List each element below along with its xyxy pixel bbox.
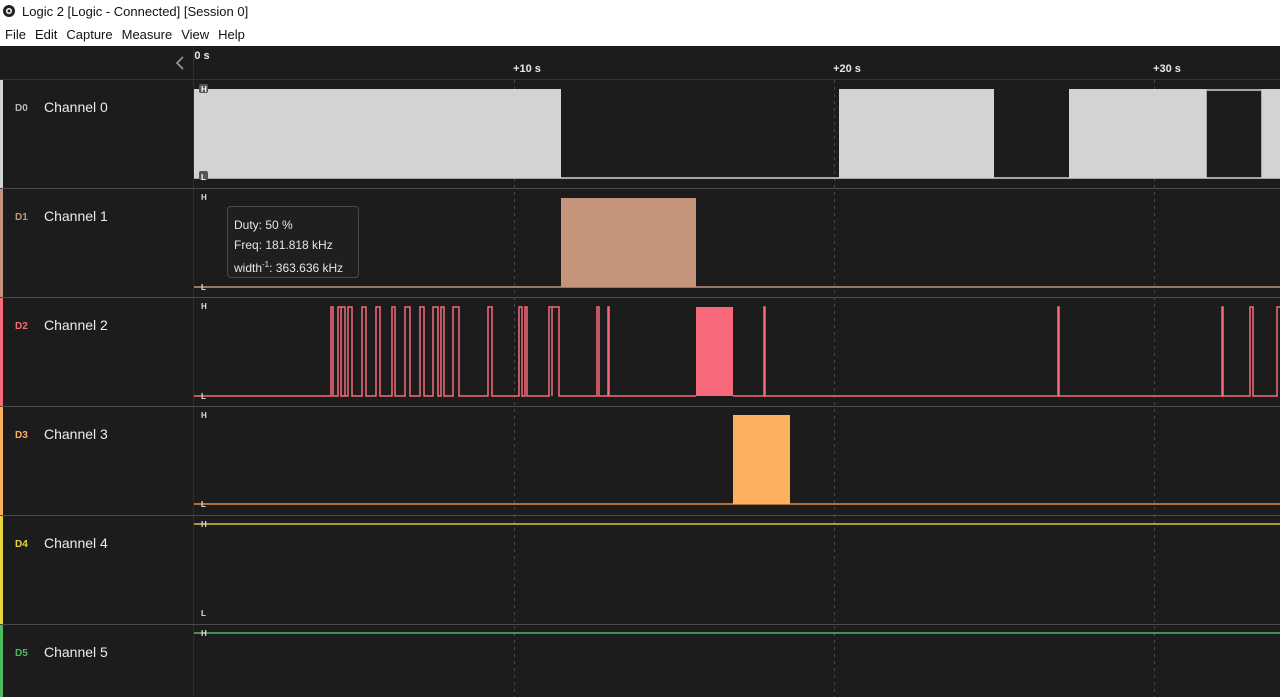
tooltip-duty: Duty: 50 % xyxy=(234,218,293,232)
ch0-high-label: H xyxy=(201,85,207,94)
tooltip-width-value: : 363.636 kHz xyxy=(269,261,344,275)
ch2-low-label: L xyxy=(201,392,206,401)
ch1-pulse xyxy=(561,198,696,287)
ch0-pulse xyxy=(1262,89,1280,178)
ch0-pulse xyxy=(1069,89,1206,178)
menu-capture[interactable]: Capture xyxy=(61,24,116,46)
menu-edit[interactable]: Edit xyxy=(30,24,61,46)
channel-3-waveform xyxy=(194,415,1280,505)
menu-file[interactable]: File xyxy=(0,24,30,46)
menu-view[interactable]: View xyxy=(176,24,213,46)
ch0-pulse xyxy=(194,89,561,178)
ch3-low-label: L xyxy=(201,500,206,509)
tooltip-width-prefix: width xyxy=(234,261,263,275)
menu-bar: File Edit Capture Measure View Help xyxy=(0,24,1280,46)
ch3-pulse xyxy=(733,415,790,504)
ch4-high-label: H xyxy=(201,520,207,529)
ch0-pulse xyxy=(839,89,994,178)
tooltip-freq: Freq: 181.818 kHz xyxy=(234,238,333,252)
ch4-low-label: L xyxy=(201,609,206,618)
logic-app-icon xyxy=(3,5,15,17)
measurement-tooltip: Duty: 50 % Freq: 181.818 kHz width-1: 36… xyxy=(227,206,359,278)
menu-help[interactable]: Help xyxy=(213,24,249,46)
ch0-low-label: L xyxy=(201,173,206,182)
ch3-high-label: H xyxy=(201,411,207,420)
ch1-low-label: L xyxy=(201,283,206,292)
ch5-high-label: H xyxy=(201,629,207,638)
ch2-high-label: H xyxy=(201,302,207,311)
channel-2-waveform xyxy=(194,306,1280,397)
ch1-high-label: H xyxy=(201,193,207,202)
window-title: Logic 2 [Logic - Connected] [Session 0] xyxy=(22,4,249,19)
waveform-area[interactable]: H L H L H L H L H L H xyxy=(0,46,1280,697)
window-titlebar: Logic 2 [Logic - Connected] [Session 0] xyxy=(0,0,1280,24)
channel-0-waveform xyxy=(194,89,1280,179)
menu-measure[interactable]: Measure xyxy=(117,24,177,46)
ch2-pulse xyxy=(696,307,733,396)
tooltip-width: width-1: 363.636 kHz xyxy=(234,255,358,278)
